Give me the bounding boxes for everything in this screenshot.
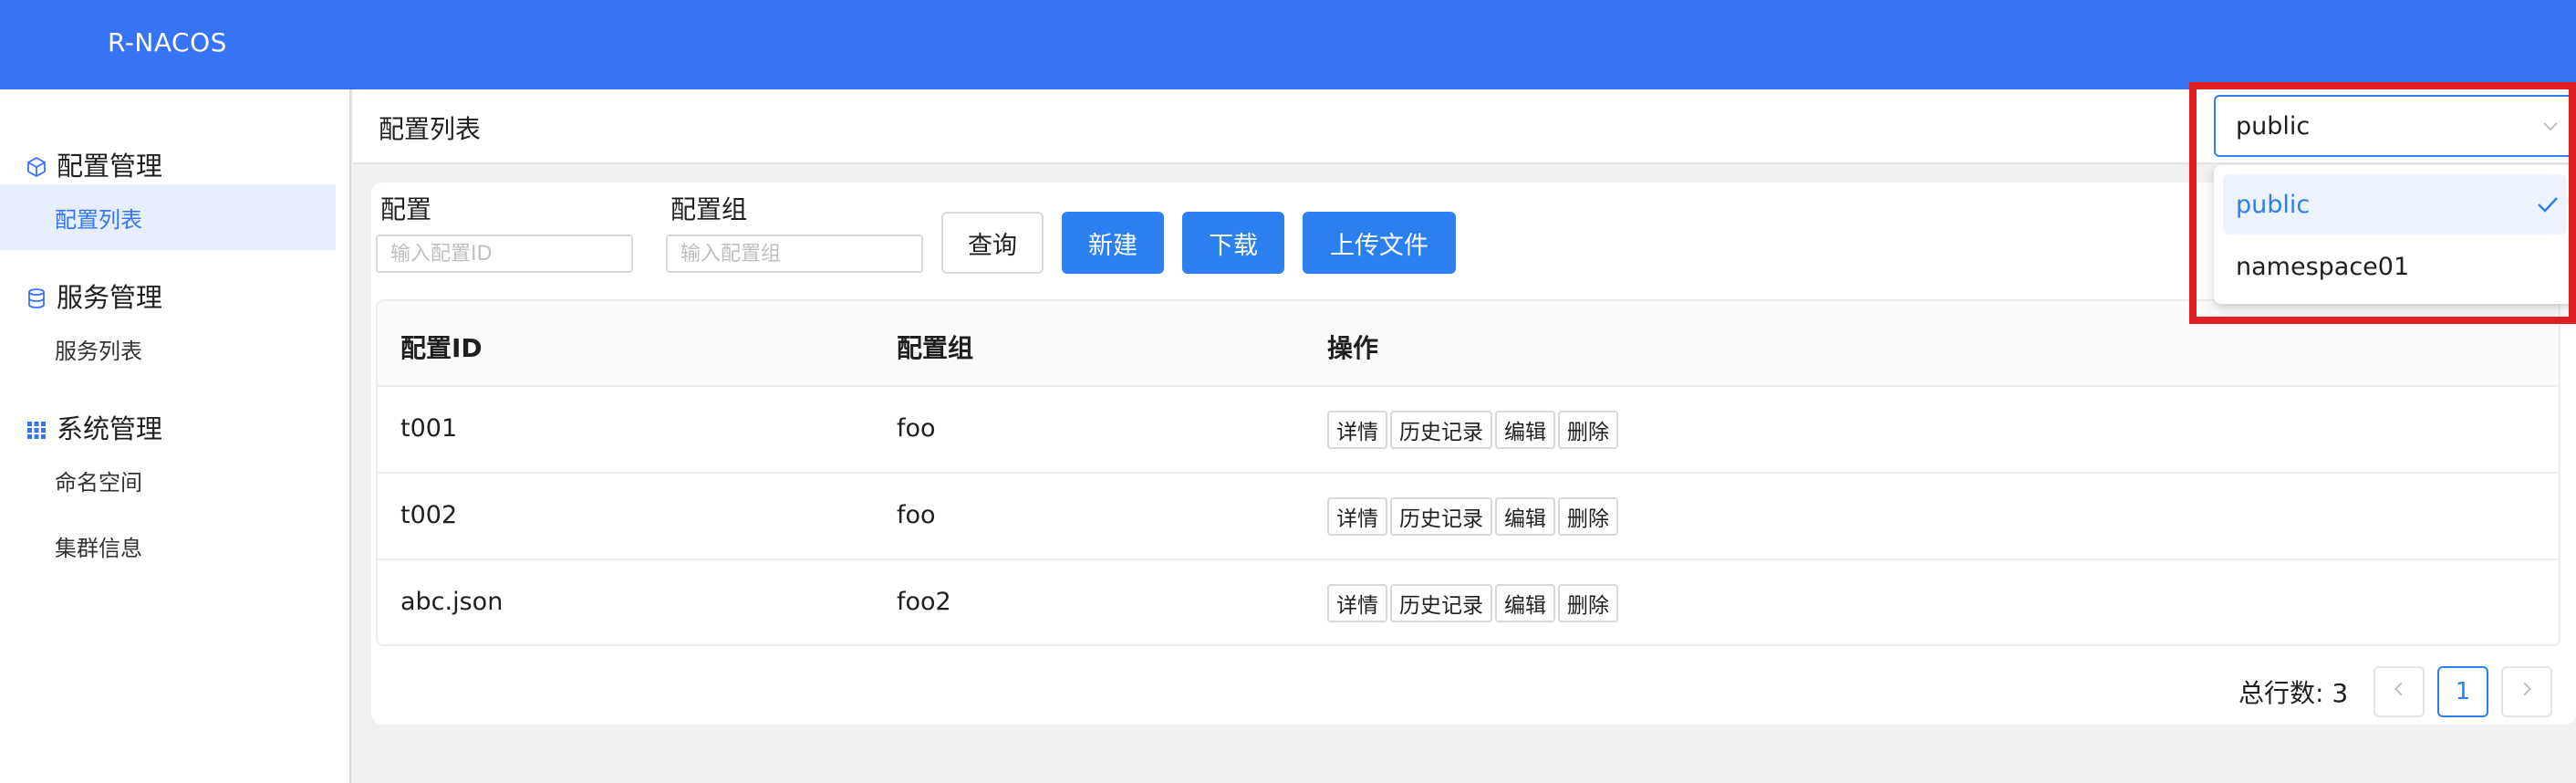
- app-logo-text[interactable]: R-NACOS: [108, 27, 227, 57]
- table-header: 配置ID 配置组 操作: [378, 301, 2559, 387]
- cell-config-id: t002: [400, 501, 458, 529]
- chevron-left-icon: [2389, 678, 2409, 705]
- sidebar-item-service-list[interactable]: 服务列表: [0, 316, 336, 381]
- sidebar-item-label: 命名空间: [55, 469, 142, 496]
- history-button[interactable]: 历史记录: [1390, 584, 1492, 622]
- sidebar-item-cluster-info[interactable]: 集群信息: [0, 513, 336, 579]
- namespace-option-label: namespace01: [2236, 252, 2410, 281]
- config-filter-label: 配置: [380, 194, 432, 224]
- sidebar-group-label: 系统管理: [57, 413, 163, 444]
- config-id-input[interactable]: [376, 235, 633, 273]
- namespace-dropdown: public namespace01: [2214, 165, 2576, 304]
- group-filter-label: 配置组: [670, 194, 748, 224]
- edit-button[interactable]: 编辑: [1495, 497, 1555, 536]
- prev-page-button[interactable]: [2373, 666, 2425, 717]
- cell-config-group: foo2: [897, 588, 951, 616]
- edit-button[interactable]: 编辑: [1495, 411, 1555, 449]
- sidebar-group-label: 服务管理: [57, 282, 163, 313]
- table-row: abc.json foo2 详情 历史记录 编辑 删除: [378, 560, 2559, 644]
- cell-config-id: t001: [400, 414, 458, 443]
- namespace-select-value: public: [2236, 111, 2311, 141]
- delete-button[interactable]: 删除: [1558, 497, 1618, 536]
- config-group-input[interactable]: [666, 235, 923, 273]
- details-button[interactable]: 详情: [1327, 411, 1387, 449]
- column-header-config-group: 配置组: [897, 333, 974, 363]
- row-actions: 详情 历史记录 编辑 删除: [1327, 411, 1618, 449]
- page-title: 配置列表: [379, 114, 482, 144]
- namespace-option-public[interactable]: public: [2223, 174, 2567, 235]
- namespace-option-label: public: [2236, 190, 2311, 219]
- download-button[interactable]: 下载: [1182, 212, 1284, 274]
- sidebar-item-config-list[interactable]: 配置列表: [0, 184, 336, 250]
- namespace-select[interactable]: public: [2214, 95, 2576, 157]
- sidebar: 配置管理 配置列表 服务管理 服务列表 系统管理 命名空间 集群信息: [0, 89, 351, 783]
- query-button[interactable]: 查询: [941, 212, 1044, 274]
- chevron-right-icon: [2517, 678, 2537, 705]
- page-number-button[interactable]: 1: [2437, 666, 2488, 717]
- cell-config-group: foo: [897, 501, 936, 529]
- total-rows-text: 总行数: 3: [2238, 678, 2349, 708]
- database-icon: [26, 285, 47, 308]
- history-button[interactable]: 历史记录: [1390, 497, 1492, 536]
- sidebar-item-label: 集群信息: [55, 535, 142, 561]
- details-button[interactable]: 详情: [1327, 497, 1387, 536]
- delete-button[interactable]: 删除: [1558, 584, 1618, 622]
- chevron-down-icon: [2540, 115, 2561, 137]
- top-header: R-NACOS: [0, 0, 2576, 89]
- row-actions: 详情 历史记录 编辑 删除: [1327, 584, 1618, 622]
- details-button[interactable]: 详情: [1327, 584, 1387, 622]
- sidebar-group-system[interactable]: 系统管理: [26, 409, 162, 445]
- grid-icon: [26, 416, 47, 439]
- cell-config-id: abc.json: [400, 588, 504, 616]
- row-actions: 详情 历史记录 编辑 删除: [1327, 497, 1618, 536]
- cell-config-group: foo: [897, 414, 936, 443]
- check-icon: [2536, 193, 2560, 215]
- sidebar-group-config[interactable]: 配置管理: [26, 146, 162, 183]
- upload-file-button[interactable]: 上传文件: [1303, 212, 1456, 274]
- namespace-option-namespace01[interactable]: namespace01: [2223, 236, 2567, 297]
- edit-button[interactable]: 编辑: [1495, 584, 1555, 622]
- sidebar-group-service[interactable]: 服务管理: [26, 277, 162, 314]
- next-page-button[interactable]: [2501, 666, 2552, 717]
- cube-icon: [26, 153, 47, 178]
- table-row: t002 foo 详情 历史记录 编辑 删除: [378, 474, 2559, 560]
- config-table: 配置ID 配置组 操作 t001 foo 详情 历史记录 编辑 删除 t002 …: [376, 299, 2560, 646]
- history-button[interactable]: 历史记录: [1390, 411, 1492, 449]
- sidebar-item-namespace[interactable]: 命名空间: [0, 447, 336, 513]
- create-button[interactable]: 新建: [1062, 212, 1164, 274]
- column-header-config-id: 配置ID: [400, 333, 483, 363]
- table-row: t001 foo 详情 历史记录 编辑 删除: [378, 387, 2559, 474]
- sidebar-item-label: 配置列表: [55, 206, 142, 233]
- sidebar-item-label: 服务列表: [55, 338, 142, 364]
- sidebar-group-label: 配置管理: [57, 151, 163, 182]
- column-header-actions: 操作: [1327, 333, 1379, 363]
- delete-button[interactable]: 删除: [1558, 411, 1618, 449]
